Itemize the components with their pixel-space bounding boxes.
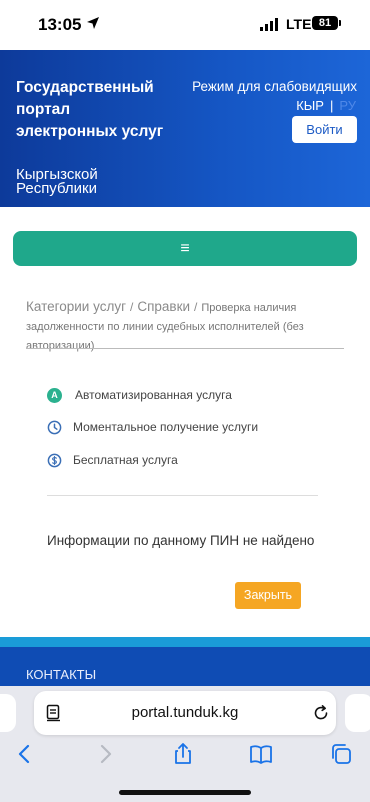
feature-label: Бесплатная услуга	[73, 453, 178, 467]
footer-accent-line	[0, 637, 370, 647]
bookmarks-icon[interactable]	[249, 742, 273, 766]
share-icon[interactable]	[171, 742, 195, 766]
battery-tip	[339, 20, 341, 26]
battery-icon: 81	[312, 16, 338, 30]
feature-automated: A Автоматизированная услуга	[47, 386, 232, 404]
contacts-heading[interactable]: КОНТАКТЫ	[26, 667, 96, 682]
feature-label: Моментальное получение услуги	[73, 420, 259, 434]
feature-free: Бесплатная услуга	[47, 451, 178, 469]
home-indicator	[119, 790, 251, 795]
status-bar: 13:05 LTE 81	[0, 0, 370, 50]
breadcrumb-categories[interactable]: Категории услуг	[26, 299, 126, 314]
automated-icon: A	[47, 387, 62, 403]
network-label: LTE	[286, 16, 312, 32]
previous-tab-card[interactable]	[0, 694, 16, 732]
site-header: Государственный портал электронных услуг…	[0, 50, 370, 207]
feature-label: Автоматизированная услуга	[75, 388, 232, 402]
login-button[interactable]: Войти	[292, 116, 357, 143]
url-text: portal.tunduk.kg	[131, 704, 239, 721]
breadcrumb-separator: /	[194, 300, 198, 314]
feature-instant: Моментальное получение услуги	[47, 418, 258, 436]
back-icon[interactable]	[13, 742, 37, 766]
battery-level: 81	[318, 17, 332, 29]
lang-separator: |	[329, 98, 334, 113]
language-switcher: КЫР | РУ	[296, 98, 356, 113]
tabs-icon[interactable]	[329, 742, 353, 766]
coin-icon	[47, 453, 62, 467]
menu-toggle-button[interactable]: ≡	[13, 231, 357, 266]
divider	[47, 495, 318, 496]
lang-ky-link[interactable]: КЫР	[296, 98, 324, 113]
accessibility-mode-link[interactable]: Режим для слабовидящих	[192, 79, 357, 94]
result-message: Информации по данному ПИН не найдено	[47, 533, 315, 548]
clock-icon	[47, 420, 62, 434]
location-arrow-icon	[87, 17, 99, 29]
forward-icon[interactable]	[93, 742, 117, 766]
next-tab-card[interactable]	[345, 694, 370, 732]
status-time: 13:05	[38, 15, 82, 34]
breadcrumb-separator: /	[130, 300, 134, 314]
hamburger-icon: ≡	[180, 240, 190, 257]
breadcrumb-certificates[interactable]: Справки	[137, 299, 190, 314]
close-button[interactable]: Закрыть	[235, 582, 301, 609]
portal-subtitle: Кыргызской Республики	[16, 166, 98, 197]
cell-signal-icon	[260, 18, 278, 31]
portal-title[interactable]: Государственный портал электронных услуг	[16, 77, 166, 143]
breadcrumb-underline	[26, 348, 344, 349]
address-bar[interactable]: portal.tunduk.kg	[34, 691, 336, 735]
reload-icon[interactable]	[312, 704, 330, 722]
breadcrumb: Категории услуг / Справки / Проверка наличия…	[26, 298, 344, 355]
lang-ru-link[interactable]: РУ	[339, 98, 356, 113]
